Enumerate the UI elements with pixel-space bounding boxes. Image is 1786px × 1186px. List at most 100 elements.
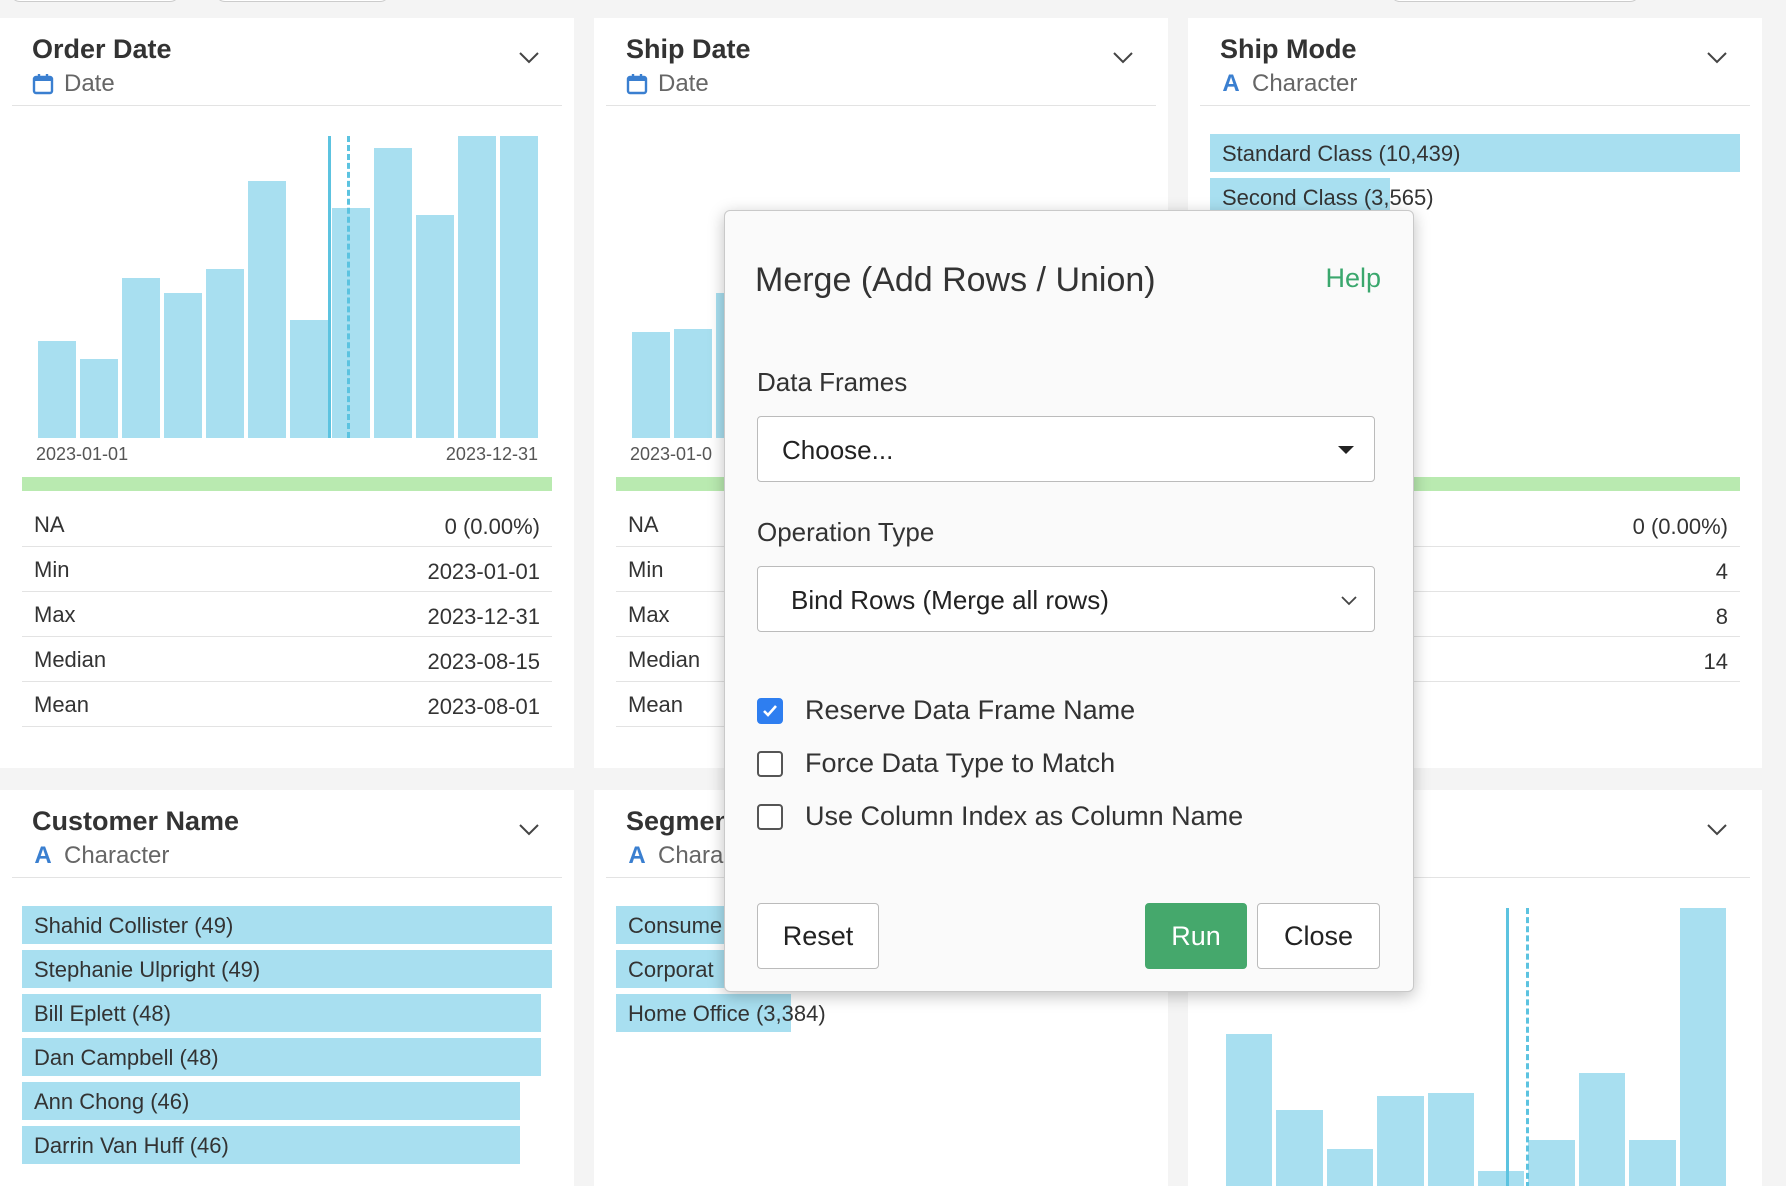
chevron-down-icon[interactable] [1704, 44, 1730, 70]
checkbox-label: Force Data Type to Match [805, 748, 1116, 778]
stat-value: 2023-08-15 [427, 649, 540, 674]
category-bar[interactable]: Bill Eplett (48) [22, 994, 542, 1032]
column-title: Order Date [32, 34, 172, 64]
stat-value: 2023-12-31 [427, 604, 540, 629]
column-title: Ship Mode [1220, 34, 1357, 64]
data-frames-select[interactable]: Choose... [757, 416, 1375, 482]
chevron-down-icon[interactable] [1704, 816, 1730, 842]
histogram-bar [1377, 1095, 1424, 1186]
data-frames-value: Choose... [782, 435, 894, 465]
chevron-down-icon[interactable] [1110, 44, 1136, 70]
histogram-bar [1326, 1148, 1374, 1186]
histogram-bar [374, 148, 412, 438]
column-type: A Chara [626, 842, 723, 870]
column-type-label: Chara [658, 842, 724, 869]
column-type-label: Date [64, 70, 115, 97]
stat-label: NA [34, 512, 65, 537]
stat-label: Median [628, 647, 701, 672]
histogram-bar [290, 320, 328, 438]
category-bar[interactable]: Home Office (3,384) [616, 994, 826, 1032]
column-type-label: Date [658, 70, 709, 97]
checkbox-checked-icon[interactable] [757, 697, 783, 724]
calendar-icon [626, 73, 648, 95]
character-type-icon: A [628, 842, 646, 869]
checkbox-label: Reserve Data Frame Name [805, 695, 1136, 725]
histogram-bar [1528, 1140, 1575, 1186]
histogram-bar [248, 181, 286, 438]
histogram-bar [1578, 1073, 1626, 1186]
stat-row: NA 0 (0.00%) [22, 502, 552, 547]
stat-value: 14 [1703, 649, 1728, 674]
stat-value: 2023-08-01 [427, 694, 540, 719]
merge-dialog: Merge (Add Rows / Union) Help Data Frame… [724, 210, 1414, 992]
stat-label: Mean [628, 692, 684, 717]
category-bar[interactable]: Ann Chong (46) [22, 1082, 521, 1120]
toolbar-pill[interactable] [10, 0, 180, 2]
stat-label: Mean [34, 692, 90, 717]
histogram-bar [416, 214, 454, 438]
column-type: Date [32, 70, 115, 98]
help-link[interactable]: Help [1325, 263, 1381, 294]
stat-label: Min [34, 557, 70, 582]
stat-row: Max 2023-12-31 [22, 592, 552, 637]
chevron-down-icon[interactable] [516, 816, 542, 842]
stat-value: 0 (0.00%) [444, 514, 540, 539]
chevron-down-icon [1341, 596, 1357, 606]
toolbar-pill[interactable] [1390, 0, 1640, 2]
run-button[interactable]: Run [1145, 903, 1247, 969]
na-bar [22, 477, 552, 491]
checkbox-unchecked-icon[interactable] [757, 750, 783, 777]
checkbox-column-index[interactable]: Use Column Index as Column Name [757, 801, 1243, 832]
x-axis-start: 2023-01-0 [630, 444, 713, 464]
column-type-label: Character [64, 842, 170, 869]
histogram-bar [1629, 1140, 1676, 1186]
checkbox-unchecked-icon[interactable] [757, 803, 783, 830]
stat-row: Median 2023-08-15 [22, 637, 552, 682]
category-bar[interactable]: Dan Campbell (48) [22, 1038, 542, 1076]
median-line [1526, 908, 1529, 1186]
column-title: Segmen [626, 806, 732, 836]
histogram-bar [632, 332, 670, 438]
histogram-bar [458, 136, 496, 438]
histogram-bar [80, 359, 118, 438]
histogram-bar [1427, 1092, 1474, 1186]
card-header: Order Date Date [12, 18, 562, 106]
operation-type-label: Operation Type [757, 517, 935, 547]
histogram-bar [1226, 1034, 1273, 1186]
category-bar[interactable]: Stephanie Ulpright (49) [22, 950, 552, 988]
stat-label: Max [628, 602, 670, 627]
toolbar-pill[interactable] [215, 0, 390, 2]
column-card-customer-name: Customer Name A Character Shahid Collist… [0, 790, 574, 1186]
card-header: Customer Name A Character [12, 790, 562, 878]
histogram-bar [332, 208, 370, 438]
caret-down-icon [1338, 446, 1354, 454]
x-axis-start: 2023-01-01 [36, 444, 129, 464]
chevron-down-icon[interactable] [516, 44, 542, 70]
stat-value: 2023-01-01 [427, 559, 540, 584]
reset-button[interactable]: Reset [757, 903, 879, 969]
stat-value: 8 [1715, 604, 1728, 629]
category-bar[interactable]: Shahid Collister (49) [22, 906, 552, 944]
checkbox-reserve-name[interactable]: Reserve Data Frame Name [757, 695, 1135, 726]
x-axis-end: 2023-12-31 [445, 444, 538, 464]
checkbox-label: Use Column Index as Column Name [805, 801, 1244, 831]
operation-type-value: Bind Rows (Merge all rows) [791, 585, 1109, 615]
column-type: A Character [32, 842, 169, 870]
histogram-bar [1679, 908, 1726, 1186]
stat-row: Mean 2023-08-01 [22, 682, 552, 727]
operation-type-select[interactable]: Bind Rows (Merge all rows) [757, 566, 1375, 632]
stat-label: Max [34, 602, 76, 627]
checkbox-force-type[interactable]: Force Data Type to Match [757, 748, 1115, 779]
stat-label: Min [628, 557, 664, 582]
mean-line [328, 136, 331, 438]
calendar-icon [32, 73, 54, 95]
category-bar[interactable]: Standard Class (10,439) [1210, 134, 1740, 172]
stat-row: Min 2023-01-01 [22, 547, 552, 592]
close-button[interactable]: Close [1257, 903, 1380, 969]
column-card-order-date: Order Date Date 2023-01-01 2023-12-31 NA… [0, 18, 574, 768]
category-bar[interactable]: Darrin Van Huff (46) [22, 1126, 521, 1164]
column-type: A Character [1220, 70, 1357, 98]
stat-value: 4 [1715, 559, 1728, 584]
histogram-bar [1276, 1109, 1323, 1186]
histogram-bar [500, 136, 538, 438]
